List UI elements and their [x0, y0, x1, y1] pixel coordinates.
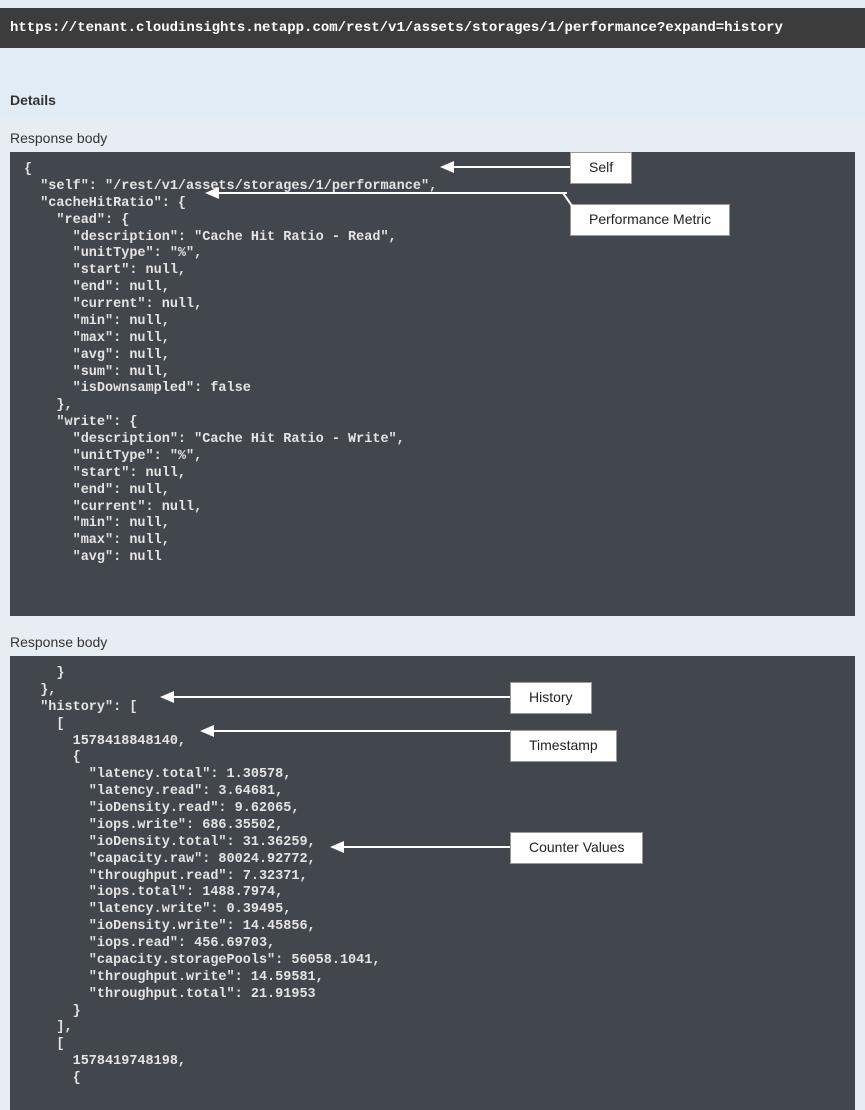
response-body-heading-1: Response body — [0, 122, 865, 152]
response-body-pane-2: } }, "history": [ [ 1578418848140, { "la… — [10, 656, 855, 1110]
request-url: https://tenant.cloudinsights.netapp.com/… — [0, 8, 865, 48]
details-heading: Details — [10, 92, 855, 108]
response-json-1: { "self": "/rest/v1/assets/storages/1/pe… — [24, 162, 841, 567]
response-body-pane-1: { "self": "/rest/v1/assets/storages/1/pe… — [10, 152, 855, 616]
response-json-2: } }, "history": [ [ 1578418848140, { "la… — [24, 666, 841, 1088]
response-body-heading-2: Response body — [0, 626, 865, 656]
